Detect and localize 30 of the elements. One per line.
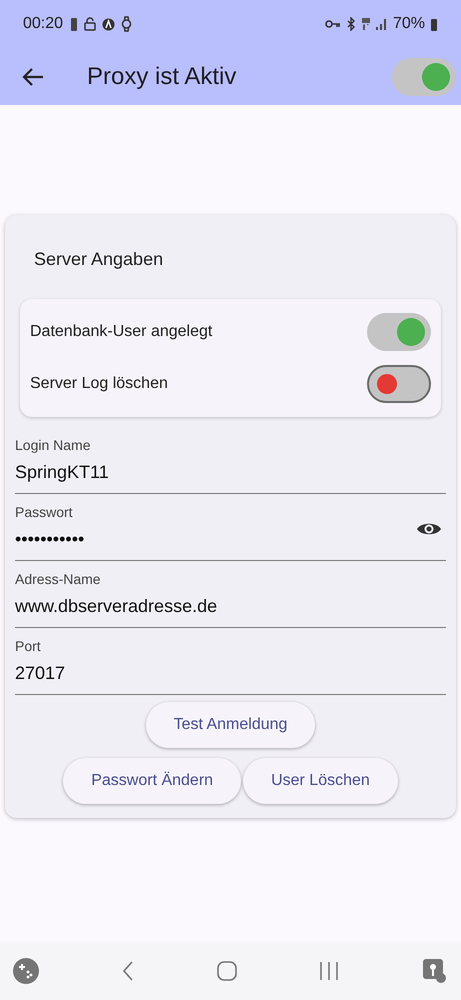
- screen-lock-icon[interactable]: [422, 958, 448, 984]
- action-button[interactable]: Passwort Ändern: [63, 758, 242, 804]
- input-field[interactable]: Adress-Name www.dbserveradresse.de: [15, 561, 446, 628]
- app-bar-title: Proxy ist Aktiv: [87, 62, 236, 92]
- battery-icon: [70, 17, 78, 31]
- switch-label: Server Log löschen: [30, 374, 168, 394]
- status-time: 00:20: [23, 14, 64, 34]
- card-title: Server Angaben: [34, 248, 164, 271]
- signal-icon: [376, 18, 388, 30]
- watch-icon: [121, 16, 132, 32]
- input-field[interactable]: Login Name SpringKT11: [15, 427, 446, 494]
- action-button[interactable]: User Löschen: [243, 758, 398, 804]
- back-icon[interactable]: [122, 961, 134, 981]
- home-icon[interactable]: [216, 961, 236, 981]
- circle-letter-icon: [102, 18, 116, 30]
- battery-icon: [430, 17, 438, 31]
- back-arrow-icon[interactable]: [22, 68, 44, 86]
- key-icon: [324, 19, 341, 29]
- bluetooth-icon: [346, 17, 356, 31]
- toggle-switch[interactable]: [367, 313, 431, 351]
- input-field[interactable]: Port 27017: [15, 628, 446, 695]
- toggle-switch[interactable]: [392, 58, 456, 96]
- switch-label: Datenbank-User angelegt: [30, 322, 212, 342]
- battery-percent: 70%: [392, 14, 425, 34]
- game-controller-icon[interactable]: [13, 958, 39, 984]
- lock-icon: [84, 17, 96, 31]
- toggle-switch[interactable]: [367, 365, 431, 403]
- action-button[interactable]: Test Anmeldung: [146, 702, 316, 748]
- input-field[interactable]: Passwort •••••••••••: [15, 494, 446, 561]
- recent-apps-icon[interactable]: [319, 962, 340, 980]
